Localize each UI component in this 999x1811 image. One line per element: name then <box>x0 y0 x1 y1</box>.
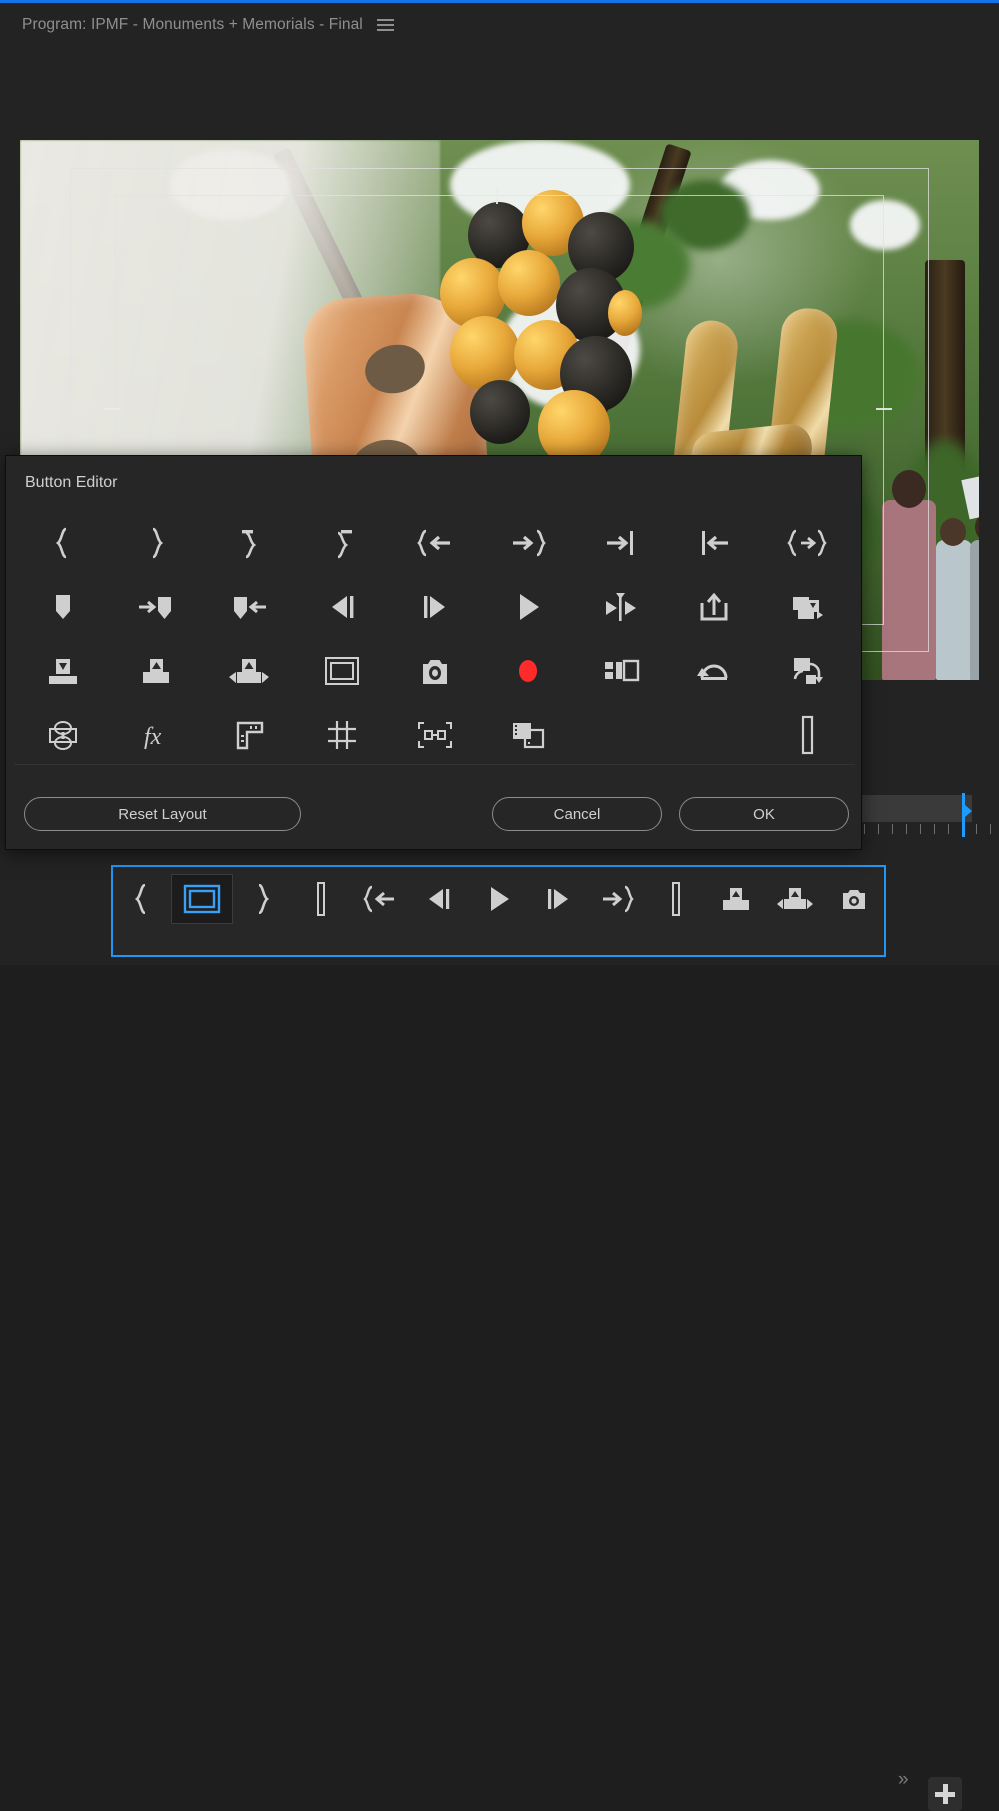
balloon <box>608 290 642 336</box>
cancel-button[interactable]: Cancel <box>492 797 662 831</box>
undo-icon[interactable] <box>667 639 760 703</box>
balloon <box>450 316 520 390</box>
icon-row <box>16 511 853 575</box>
safe-margins-button[interactable] <box>171 874 233 924</box>
extract-icon[interactable] <box>16 639 109 703</box>
record-icon[interactable] <box>481 639 574 703</box>
export-frame-camera-icon[interactable] <box>388 639 481 703</box>
guide-tick <box>104 408 120 410</box>
icon-row: fx <box>16 703 853 767</box>
page-title: Program: IPMF - Monuments + Memorials - … <box>22 16 363 33</box>
safe-margins-icon[interactable] <box>295 639 388 703</box>
premiere-program-monitor-window: Program: IPMF - Monuments + Memorials - … <box>0 0 999 1811</box>
go-to-out-button[interactable] <box>588 875 647 923</box>
go-to-in-icon[interactable] <box>388 511 481 575</box>
scrub-bar[interactable] <box>862 795 972 822</box>
loop-playback-icon[interactable] <box>760 639 853 703</box>
transform-icon[interactable] <box>388 703 481 767</box>
go-to-next-edit-icon[interactable] <box>574 511 667 575</box>
guide-tick <box>876 408 892 410</box>
step-forward-button[interactable] <box>528 875 587 923</box>
reset-layout-button[interactable]: Reset Layout <box>24 797 301 831</box>
export-frame-icon[interactable] <box>667 575 760 639</box>
play-in-to-out-icon[interactable] <box>574 575 667 639</box>
overflow-chevron-icon[interactable]: » <box>898 1769 908 1791</box>
go-to-out-icon[interactable] <box>481 511 574 575</box>
scrub-ruler <box>862 822 999 838</box>
mark-clip-out-icon[interactable] <box>295 511 388 575</box>
go-to-next-marker-icon[interactable] <box>109 575 202 639</box>
mark-clip-in-icon[interactable] <box>202 511 295 575</box>
mark-in-icon[interactable] <box>16 511 109 575</box>
playhead[interactable] <box>962 793 972 837</box>
trim-ruler-icon[interactable] <box>202 703 295 767</box>
button-bar[interactable] <box>111 865 886 957</box>
vertical-bar-icon[interactable] <box>760 703 853 767</box>
go-to-previous-edit-icon[interactable] <box>667 511 760 575</box>
step-forward-icon[interactable] <box>388 575 481 639</box>
multi-camera-icon[interactable] <box>16 703 109 767</box>
dialog-divider <box>14 764 855 765</box>
mark-out-icon[interactable] <box>109 511 202 575</box>
mark-clip-icon[interactable] <box>760 511 853 575</box>
person <box>970 540 979 680</box>
step-back-icon[interactable] <box>295 575 388 639</box>
vertical-bar-button[interactable] <box>291 875 350 923</box>
hamburger-menu-icon[interactable] <box>376 18 394 32</box>
person-head <box>892 470 926 508</box>
dialog-footer: Reset Layout Cancel OK <box>6 776 863 846</box>
add-marker-icon[interactable] <box>16 575 109 639</box>
person-head <box>940 518 966 546</box>
vertical-bar-button-2[interactable] <box>647 875 706 923</box>
ok-button[interactable]: OK <box>679 797 849 831</box>
dialog-title: Button Editor <box>25 474 118 491</box>
play-button[interactable] <box>469 875 528 923</box>
overwrite-button[interactable] <box>765 875 824 923</box>
transport-bar-area: » <box>0 855 999 1811</box>
empty-slot <box>667 703 760 767</box>
guide-tick <box>496 188 498 204</box>
transport-button-row <box>113 873 884 925</box>
person <box>882 500 936 680</box>
go-to-in-button[interactable] <box>350 875 409 923</box>
balloon <box>470 380 530 444</box>
person <box>936 540 972 680</box>
go-to-previous-marker-icon[interactable] <box>202 575 295 639</box>
grid-overlay-icon[interactable] <box>295 703 388 767</box>
panel-header: Program: IPMF - Monuments + Memorials - … <box>0 3 999 47</box>
insert-button[interactable] <box>706 875 765 923</box>
svg-text:fx: fx <box>144 724 162 750</box>
mark-in-button[interactable] <box>113 875 172 923</box>
sky-gap <box>850 200 920 250</box>
play-icon[interactable] <box>481 575 574 639</box>
filmstrip-icon[interactable] <box>481 703 574 767</box>
icon-row <box>16 575 853 639</box>
icon-palette-grid: fx <box>16 511 853 767</box>
insert-icon[interactable] <box>109 639 202 703</box>
lift-icon[interactable] <box>760 575 853 639</box>
empty-slot <box>574 703 667 767</box>
overwrite-icon[interactable] <box>202 639 295 703</box>
button-editor-dialog: Button Editor fx Reset Layout Cancel OK <box>5 455 862 850</box>
effects-icon[interactable]: fx <box>109 703 202 767</box>
icon-row <box>16 639 853 703</box>
mark-out-button[interactable] <box>232 875 291 923</box>
export-frame-button[interactable] <box>825 875 884 923</box>
step-back-button[interactable] <box>410 875 469 923</box>
balloon <box>498 250 560 316</box>
comparison-view-icon[interactable] <box>574 639 667 703</box>
add-button[interactable] <box>928 1777 962 1811</box>
